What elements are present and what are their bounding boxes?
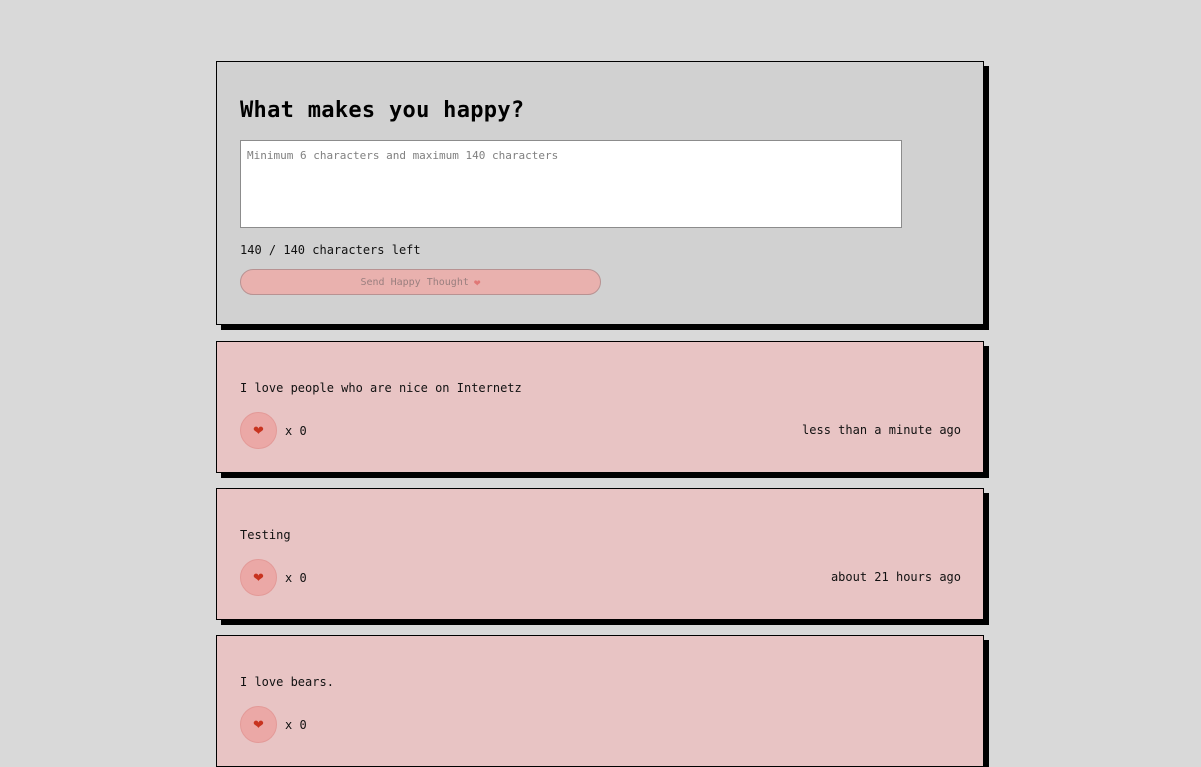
thought-card: Testing ❤ x 0 about 21 hours ago xyxy=(216,488,984,620)
thought-card: I love bears. ❤ x 0 xyxy=(216,635,984,767)
thought-message: Testing xyxy=(240,528,291,542)
send-button-label: Send Happy Thought xyxy=(360,276,469,288)
like-count: x 0 xyxy=(285,424,307,438)
form-title: What makes you happy? xyxy=(240,98,525,123)
thought-input[interactable] xyxy=(240,140,902,228)
send-thought-button[interactable]: Send Happy Thought ❤ xyxy=(240,269,601,295)
like-button[interactable]: ❤ xyxy=(240,412,277,449)
heart-icon: ❤ xyxy=(253,717,264,732)
thought-message: I love people who are nice on Internetz xyxy=(240,381,522,395)
like-count: x 0 xyxy=(285,571,307,585)
heart-icon: ❤ xyxy=(473,275,481,289)
character-counter: 140 / 140 characters left xyxy=(240,243,421,257)
like-count: x 0 xyxy=(285,718,307,732)
thought-card: I love people who are nice on Internetz … xyxy=(216,341,984,473)
happy-thought-form: What makes you happy? 140 / 140 characte… xyxy=(216,61,984,325)
thought-timestamp: about 21 hours ago xyxy=(830,570,961,584)
heart-icon: ❤ xyxy=(253,570,264,585)
like-button[interactable]: ❤ xyxy=(240,559,277,596)
thought-message: I love bears. xyxy=(240,675,334,689)
thought-timestamp: less than a minute ago xyxy=(802,423,961,437)
like-button[interactable]: ❤ xyxy=(240,706,277,743)
heart-icon: ❤ xyxy=(253,423,264,438)
